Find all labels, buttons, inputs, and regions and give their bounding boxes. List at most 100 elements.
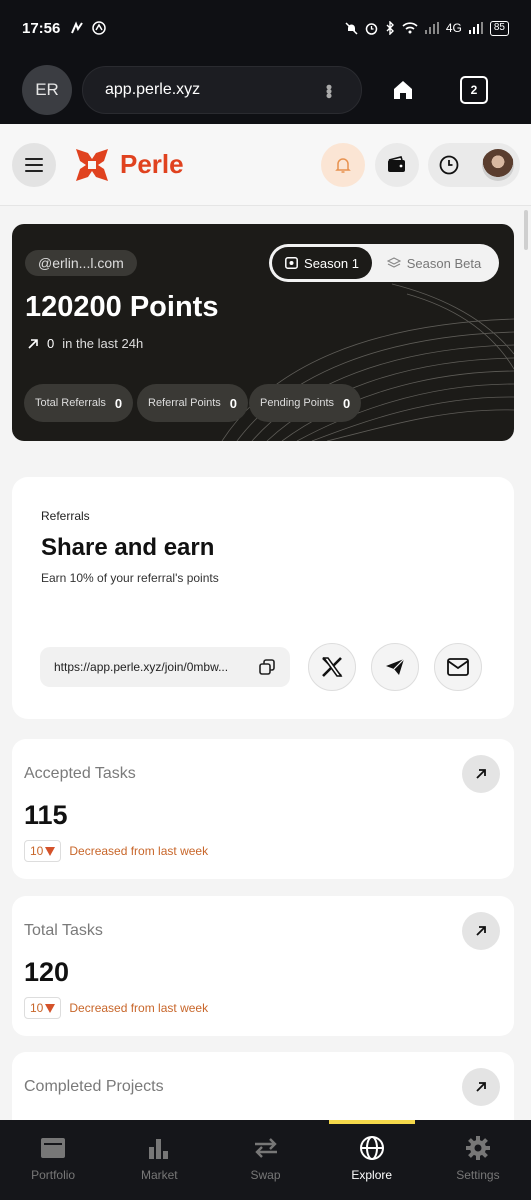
wallet-icon [388,156,405,172]
delta-badge: 10 [24,997,62,1019]
last-24h-label: in the last 24h [62,336,144,351]
notification-icon [71,21,84,34]
season-1-tab[interactable]: Season 1 [272,247,372,279]
referrals-label: Referrals [41,509,90,523]
nav-label: Portfolio [31,1168,76,1182]
nav-label: Explore [351,1168,393,1182]
tabs-button[interactable]: 2 [460,76,488,104]
delta-value: 10 [30,1001,44,1015]
season-toggle[interactable]: Season 1 Season Beta [269,244,499,282]
signal-icon-2 [468,22,483,34]
delta-badge: 10 [24,840,62,862]
nav-explore[interactable]: Explore [319,1120,425,1200]
stat-value: 0 [229,395,237,411]
triangle-down-icon [45,846,56,856]
browser-toolbar: ER app.perle.xyz ••• 2 [0,56,531,124]
menu-button[interactable] [12,142,56,187]
status-bar: 17:56 4G 85 [0,0,531,56]
more-options-icon[interactable]: ••• [318,84,339,97]
arrow-up-right-icon [476,769,486,779]
status-notification-icons [70,21,107,35]
stat-card-title: Completed Projects [24,1078,164,1095]
arrow-up-right-icon [476,926,486,936]
nav-swap[interactable]: Swap [212,1120,318,1200]
notifications-button[interactable] [321,143,365,187]
arrow-up-right-icon [476,1082,486,1092]
globe-icon [359,1136,384,1160]
season-beta-tab[interactable]: Season Beta [372,256,496,271]
copy-icon[interactable] [258,658,276,676]
stat-label: Total Referrals [35,397,106,409]
triangle-down-icon [45,1003,56,1013]
season-beta-label: Season Beta [406,255,482,271]
stat-card-delta: 10 Decreased from last week [24,840,208,862]
status-right: 4G 85 [345,20,509,36]
open-total-tasks-button[interactable] [462,912,500,950]
season-icon [285,257,298,269]
battery-icon: 85 [489,20,509,36]
home-icon [394,81,412,99]
last-24h-value: 0 [47,336,55,351]
share-x-button[interactable] [308,643,356,691]
season-1-label: Season 1 [304,255,359,271]
signal-icon [424,22,439,34]
referrals-subtitle: Earn 10% of your referral's points [41,571,219,585]
nav-market[interactable]: Market [106,1120,212,1200]
stat-card-value: 120 [24,957,70,987]
open-accepted-tasks-button[interactable] [462,755,500,793]
referral-link-field[interactable]: https://app.perle.xyz/join/0mbw... [40,647,290,687]
swap-icon [254,1138,277,1158]
bottom-navigation: Portfolio Market Swap Explore Settings [0,1120,531,1200]
address-bar[interactable]: app.perle.xyz ••• [82,66,362,114]
stat-card-value: 115 [24,800,68,830]
nav-label: Settings [456,1168,500,1182]
hamburger-icon [25,157,43,172]
x-icon [322,657,343,677]
referral-link[interactable]: https://app.perle.xyz/join/0mbw... [54,660,258,674]
perle-logo[interactable]: Perle [76,148,184,181]
referrals-card: Referrals Share and earn Earn 10% of you… [12,477,514,719]
network-type: 4G [445,21,462,35]
share-telegram-button[interactable] [371,643,419,691]
stat-card-title: Total Tasks [24,922,103,939]
active-indicator [328,1120,415,1124]
bluetooth-icon [386,21,394,35]
open-completed-projects-button[interactable] [462,1068,500,1106]
delta-text: Decreased from last week [69,1001,209,1015]
referral-points-pill: Referral Points 0 [137,384,248,422]
user-email: @erlin...l.com [25,250,137,276]
points-total: 120200 Points [25,291,219,323]
bell-icon [335,158,351,173]
alarm-icon [365,22,378,35]
home-button[interactable] [386,73,420,107]
bar-chart-icon [149,1139,169,1159]
url-text[interactable]: app.perle.xyz [105,81,318,99]
pending-points-pill: Pending Points 0 [249,384,362,422]
stat-card-delta: 10 Decreased from last week [24,997,208,1019]
clock-icon[interactable] [438,154,460,176]
referrals-title: Share and earn [41,534,215,561]
telegram-icon [386,658,405,675]
accepted-tasks-card: Accepted Tasks 115 10 Decreased from las… [12,739,514,879]
status-time: 17:56 [22,19,61,37]
share-email-button[interactable] [434,643,482,691]
portfolio-icon [41,1138,66,1158]
user-avatar[interactable] [482,149,514,181]
nav-settings[interactable]: Settings [425,1120,531,1200]
layers-icon [386,256,401,268]
nav-label: Swap [250,1168,281,1182]
nav-portfolio[interactable]: Portfolio [0,1120,106,1200]
history-profile-group[interactable] [428,143,520,187]
stat-value: 0 [343,395,351,411]
last-24h-change: 0 in the last 24h [27,336,143,351]
gear-icon [465,1136,490,1160]
stat-label: Pending Points [260,397,334,409]
profile-avatar[interactable]: ER [22,65,72,115]
arrow-up-right-icon [28,338,38,349]
app-header: Perle [0,124,531,206]
wallet-button[interactable] [375,143,419,187]
mail-icon [447,658,469,676]
app-notification-icon [92,21,107,35]
delta-text: Decreased from last week [69,844,209,858]
scrollbar[interactable] [524,210,528,250]
